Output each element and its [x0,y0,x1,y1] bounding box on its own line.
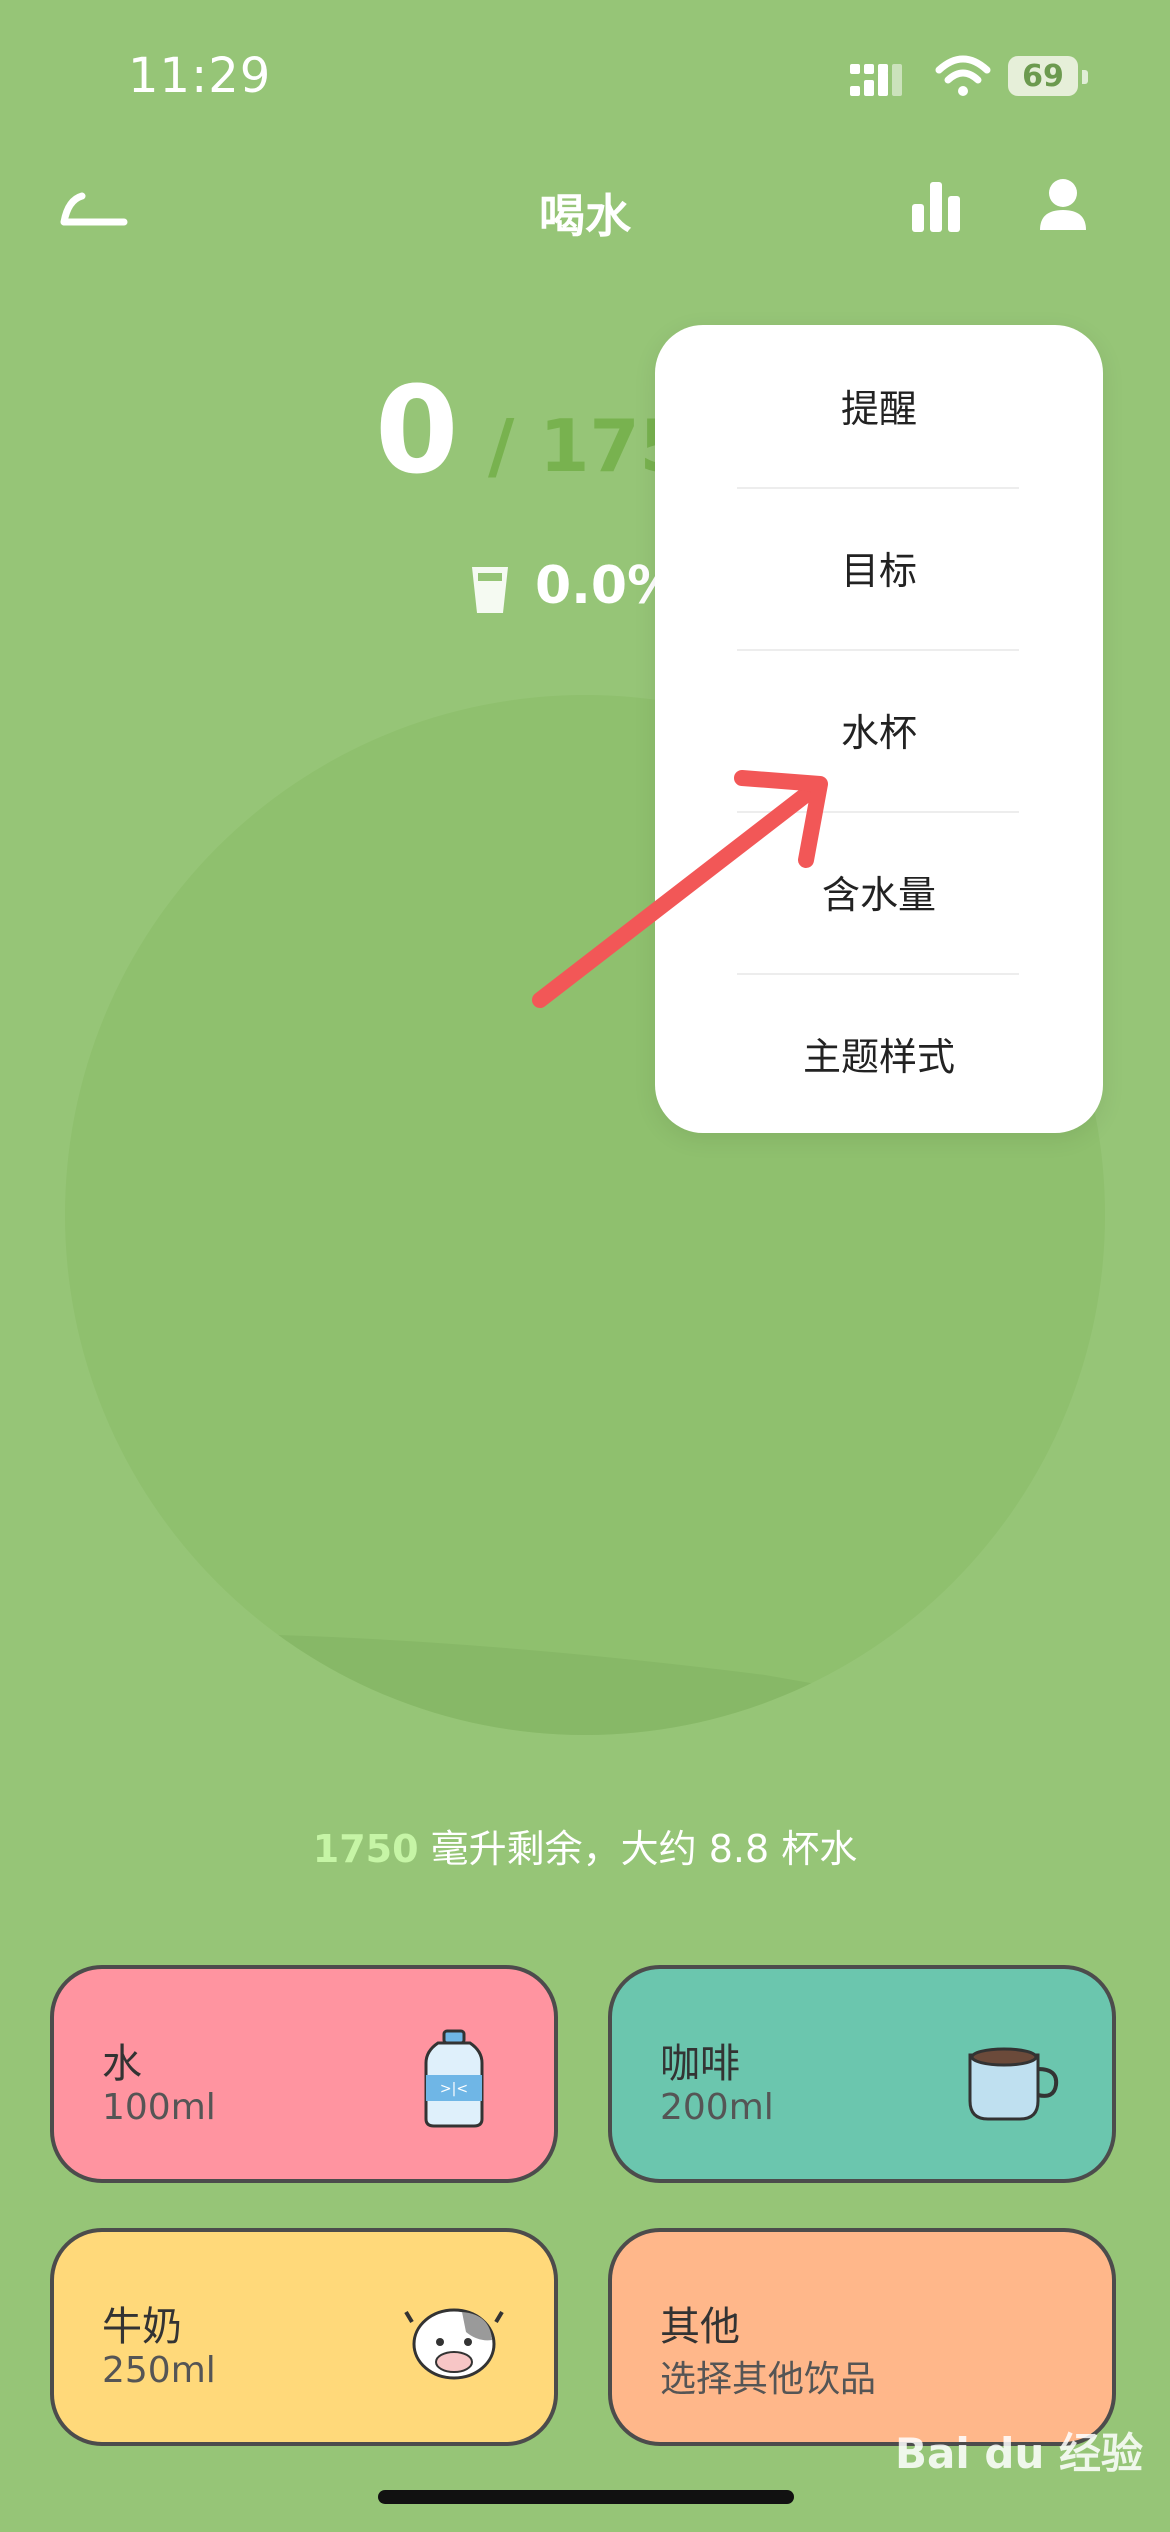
drink-card-water[interactable]: 水 100ml >|< [50,1965,558,2183]
svg-text:>|<: >|< [440,2081,468,2097]
drink-card-milk[interactable]: 牛奶 250ml [50,2228,558,2446]
back-icon[interactable] [60,188,130,228]
user-icon[interactable] [1040,178,1086,234]
drink-name: 水 [102,2041,142,2087]
remaining-text: 毫升剩余，大约 8.8 杯水 [418,1827,858,1871]
drink-amount: 200ml [660,2087,774,2128]
cow-icon [404,2308,504,2380]
drink-card-coffee[interactable]: 咖啡 200ml [608,1965,1116,2183]
drink-name: 其他 [660,2304,740,2350]
watermark: Bai du 经验 [895,2429,1143,2478]
remaining-number: 1750 [312,1827,419,1871]
remaining-summary: 1750 毫升剩余，大约 8.8 杯水 [0,1818,1170,1873]
intake-amount: 0 [375,362,459,501]
wifi-icon [935,55,991,96]
cup-icon [472,567,508,613]
drink-amount: 250ml [102,2350,216,2391]
home-indicator[interactable] [378,2490,794,2504]
coffee-cup-icon [968,2047,1059,2121]
menu-item-goal[interactable]: 目标 [655,487,1103,647]
menu-item-reminder[interactable]: 提醒 [655,325,1103,485]
annotation-arrow-icon [532,770,828,1008]
drink-amount: 选择其他饮品 [660,2359,877,2400]
battery-level: 69 [1008,56,1078,96]
drink-name: 牛奶 [102,2304,182,2350]
battery-cap [1082,70,1088,84]
water-bottle-icon: >|< [424,2029,484,2128]
menu-item-label: 主题样式 [802,1034,955,1079]
cellular-signal-icon [850,64,902,96]
drink-card-other[interactable]: 其他 选择其他饮品 [608,2228,1116,2446]
statistics-icon[interactable] [910,178,962,234]
page-title: 喝水 [539,189,631,243]
status-time: 11:29 [128,48,272,104]
menu-item-label: 水杯 [840,710,917,755]
menu-item-label: 目标 [840,548,917,593]
battery-indicator: 69 [1008,56,1088,98]
water-wave [65,1635,1105,1735]
drink-name: 咖啡 [660,2041,740,2087]
menu-item-label: 提醒 [840,386,917,431]
drink-amount: 100ml [102,2087,216,2128]
